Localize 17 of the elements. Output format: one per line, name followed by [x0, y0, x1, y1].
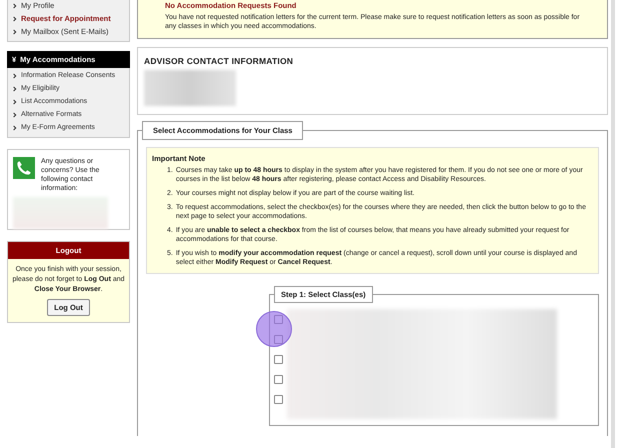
checkbox[interactable]	[274, 355, 283, 364]
click-highlight	[256, 311, 292, 347]
chevron-icon	[13, 73, 17, 79]
checkbox[interactable]	[274, 315, 283, 324]
scrollbar[interactable]	[611, 0, 615, 448]
panel-title: ADVISOR CONTACT INFORMATION	[144, 56, 294, 66]
checkbox[interactable]	[274, 375, 283, 384]
checkbox[interactable]	[274, 335, 283, 344]
checkbox[interactable]	[274, 395, 283, 404]
chevron-icon	[13, 3, 17, 9]
chevron-icon	[13, 16, 17, 22]
chevron-icon	[13, 112, 17, 118]
chevron-icon	[13, 125, 17, 131]
chevron-icon	[13, 99, 17, 105]
phone-icon	[13, 157, 35, 179]
chevron-icon	[13, 86, 17, 92]
chevron-icon	[13, 29, 17, 35]
